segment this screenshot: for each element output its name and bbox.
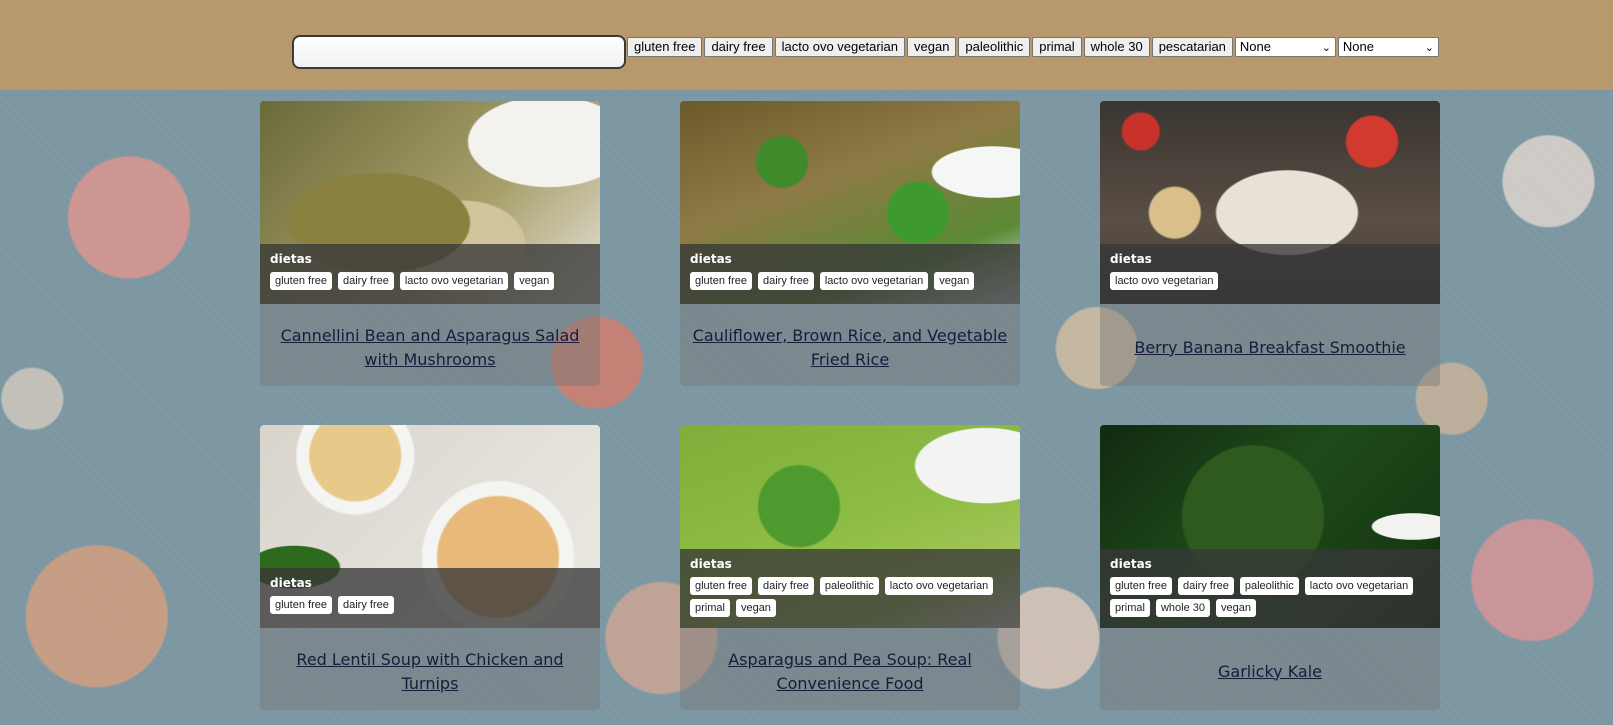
diet-tag: dairy free (1177, 577, 1234, 595)
diet-tag: lacto ovo vegetarian (884, 577, 994, 595)
diet-tag: paleolithic (819, 577, 879, 595)
diet-tags: gluten free dairy free lacto ovo vegetar… (270, 272, 590, 290)
filter-primal-button[interactable]: primal (1032, 37, 1082, 57)
diet-overlay: dietas lacto ovo vegetarian (1100, 244, 1440, 304)
recipe-card: dietas gluten free dairy free lacto ovo … (260, 101, 600, 386)
diet-tag: dairy free (337, 272, 394, 290)
recipe-card: dietas lacto ovo vegetarian Berry Banana… (1100, 101, 1440, 386)
recipe-card: dietas gluten free dairy free paleolithi… (680, 425, 1020, 710)
diet-filter-bar: gluten free dairy free lacto ovo vegetar… (627, 37, 1441, 57)
diet-tag: vegan (514, 272, 555, 290)
diet-tag: dairy free (757, 272, 814, 290)
filter-gluten-free-button[interactable]: gluten free (627, 37, 703, 57)
diet-tag: whole 30 (1155, 599, 1210, 617)
diet-tag: gluten free (690, 577, 752, 595)
diet-tag: gluten free (1110, 577, 1172, 595)
sort-select-2-value: None (1342, 39, 1374, 54)
diet-tag: lacto ovo vegetarian (399, 272, 509, 290)
recipe-card: dietas gluten free dairy free lacto ovo … (680, 101, 1020, 386)
recipe-title-area: Asparagus and Pea Soup: Real Convenience… (680, 633, 1020, 710)
diet-tags: lacto ovo vegetarian (1110, 272, 1430, 290)
diet-heading: dietas (690, 557, 732, 571)
sort-select-1[interactable]: None ⌄ (1234, 37, 1336, 57)
diet-heading: dietas (1110, 252, 1152, 266)
recipe-title-area: Garlicky Kale (1100, 633, 1440, 710)
diet-heading: dietas (1110, 557, 1152, 571)
recipe-title-link[interactable]: Cauliflower, Brown Rice, and Vegetable F… (686, 324, 1014, 372)
diet-tags: gluten free dairy free lacto ovo vegetar… (690, 272, 1010, 290)
search-input[interactable] (292, 35, 626, 69)
diet-tag: gluten free (270, 596, 332, 614)
filter-pescatarian-button[interactable]: pescatarian (1151, 37, 1233, 57)
recipe-title-link[interactable]: Asparagus and Pea Soup: Real Convenience… (686, 648, 1014, 696)
diet-tag: paleolithic (1239, 577, 1299, 595)
filter-lacto-ovo-vegetarian-button[interactable]: lacto ovo vegetarian (774, 37, 905, 57)
diet-heading: dietas (270, 252, 312, 266)
diet-overlay: dietas gluten free dairy free paleolithi… (1100, 549, 1440, 628)
diet-tag: vegan (1216, 599, 1256, 617)
diet-tags: gluten free dairy free (270, 596, 590, 614)
recipe-title-area: Cauliflower, Brown Rice, and Vegetable F… (680, 309, 1020, 386)
recipe-title-link[interactable]: Garlicky Kale (1218, 660, 1322, 684)
filter-whole-30-button[interactable]: whole 30 (1083, 37, 1150, 57)
diet-tag: dairy free (757, 577, 814, 595)
diet-tags: gluten free dairy free paleolithic lacto… (690, 577, 1010, 617)
recipe-card: dietas gluten free dairy free paleolithi… (1100, 425, 1440, 710)
diet-tag: lacto ovo vegetarian (819, 272, 929, 290)
filter-dairy-free-button[interactable]: dairy free (704, 37, 773, 57)
sort-select-2[interactable]: None ⌄ (1337, 37, 1439, 57)
recipe-title-link[interactable]: Cannellini Bean and Asparagus Salad with… (266, 324, 594, 372)
diet-tag: vegan (934, 272, 975, 290)
diet-tag: dairy free (337, 596, 394, 614)
diet-tag: lacto ovo vegetarian (1110, 272, 1219, 290)
recipe-title-link[interactable]: Berry Banana Breakfast Smoothie (1134, 336, 1405, 360)
top-bar: gluten free dairy free lacto ovo vegetar… (0, 0, 1613, 90)
recipe-title-area: Berry Banana Breakfast Smoothie (1100, 309, 1440, 386)
diet-tag: gluten free (690, 272, 752, 290)
diet-overlay: dietas gluten free dairy free paleolithi… (680, 549, 1020, 628)
filter-vegan-button[interactable]: vegan (907, 37, 957, 57)
diet-overlay: dietas gluten free dairy free lacto ovo … (680, 244, 1020, 304)
sort-select-1-value: None (1239, 39, 1271, 54)
diet-overlay: dietas gluten free dairy free (260, 568, 600, 628)
diet-heading: dietas (270, 576, 312, 590)
recipe-title-link[interactable]: Red Lentil Soup with Chicken and Turnips (266, 648, 594, 696)
diet-tag: vegan (735, 599, 776, 617)
diet-heading: dietas (690, 252, 732, 266)
diet-tag: gluten free (270, 272, 332, 290)
diet-tag: primal (690, 599, 730, 617)
chevron-down-icon: ⌄ (1321, 42, 1331, 54)
recipe-card: dietas gluten free dairy free Red Lentil… (260, 425, 600, 710)
chevron-down-icon: ⌄ (1424, 42, 1434, 54)
recipe-title-area: Red Lentil Soup with Chicken and Turnips (260, 633, 600, 710)
diet-tags: gluten free dairy free paleolithic lacto… (1110, 577, 1430, 617)
diet-tag: primal (1110, 599, 1150, 617)
filter-paleolithic-button[interactable]: paleolithic (958, 37, 1031, 57)
diet-overlay: dietas gluten free dairy free lacto ovo … (260, 244, 600, 304)
diet-tag: lacto ovo vegetarian (1304, 577, 1414, 595)
recipe-title-area: Cannellini Bean and Asparagus Salad with… (260, 309, 600, 386)
